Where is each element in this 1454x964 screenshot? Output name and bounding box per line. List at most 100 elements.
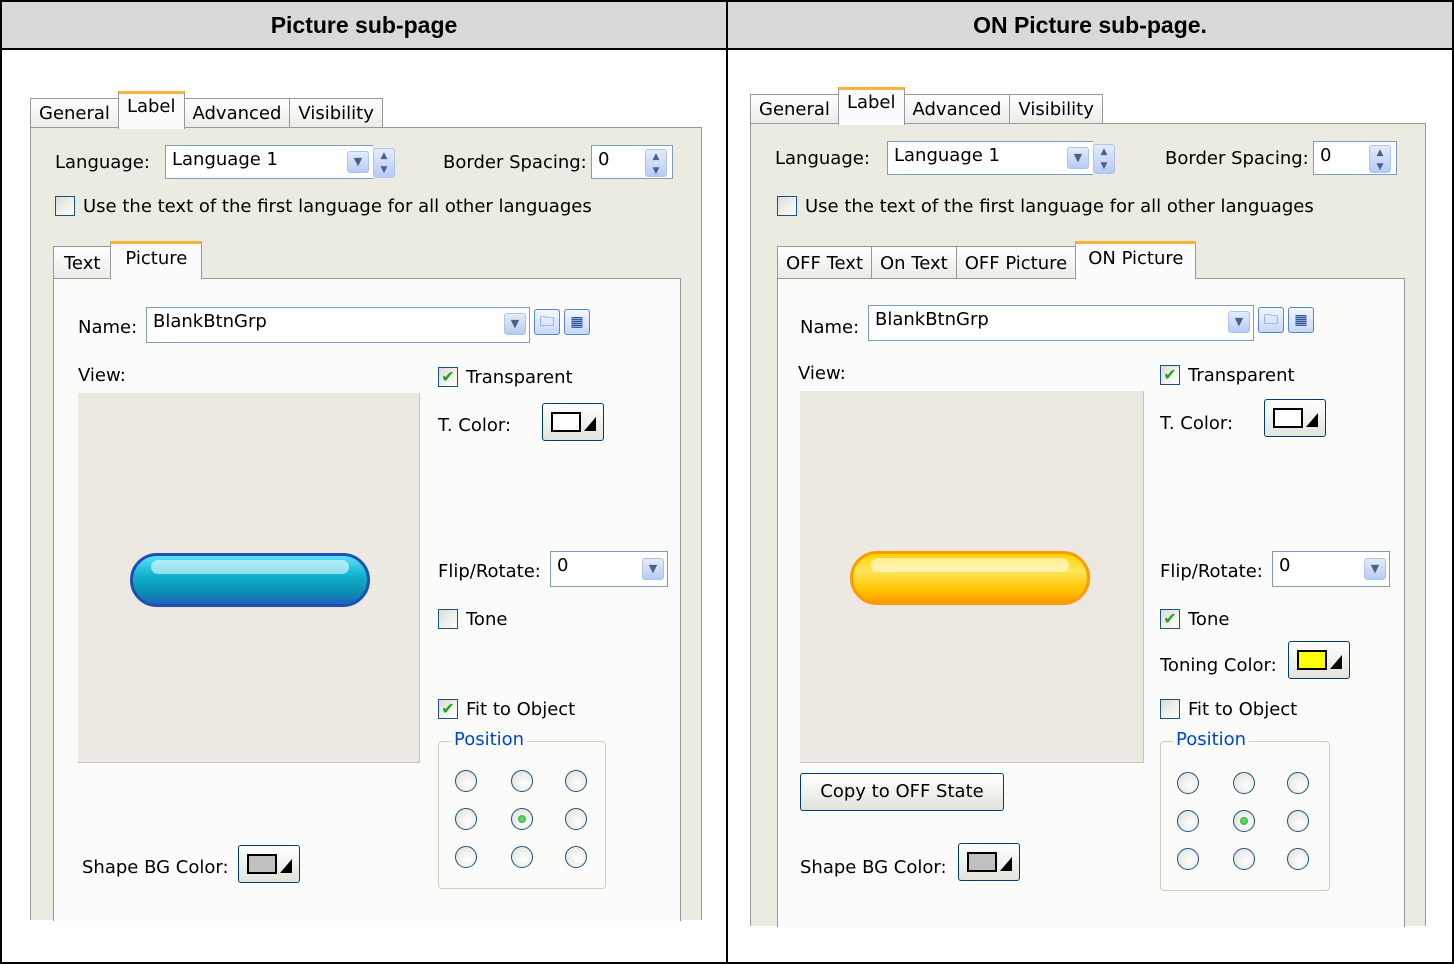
position-bottom-left-radio[interactable] xyxy=(1177,848,1199,870)
toning-color-button[interactable] xyxy=(1288,641,1350,679)
dropdown-triangle-icon xyxy=(280,859,292,873)
copy-to-off-state-button[interactable]: Copy to OFF State xyxy=(800,773,1004,811)
language-select[interactable]: Language 1 xyxy=(887,141,1093,175)
position-bottom-center-radio[interactable] xyxy=(511,846,533,868)
grid-icon[interactable]: ▦ xyxy=(1288,307,1314,333)
fit-to-object-checkbox[interactable] xyxy=(1160,699,1180,719)
language-label: Language: xyxy=(775,148,870,169)
shape-bg-swatch xyxy=(247,854,277,874)
open-folder-icon[interactable]: 🗀 xyxy=(1258,307,1284,333)
shape-bg-color-label: Shape BG Color: xyxy=(82,857,229,878)
position-bottom-center-radio[interactable] xyxy=(1233,848,1255,870)
tab-label[interactable]: Label xyxy=(837,87,905,125)
tone-label: Tone xyxy=(466,609,508,630)
open-folder-icon[interactable]: 🗀 xyxy=(534,309,560,335)
position-center-radio[interactable] xyxy=(511,808,533,830)
position-top-center-radio[interactable] xyxy=(1233,772,1255,794)
border-spacing-spin-icon[interactable]: ▲ ▼ xyxy=(1369,145,1391,173)
position-center-radio[interactable] xyxy=(1233,810,1255,832)
chevron-down-icon[interactable]: ▼ xyxy=(1067,147,1089,169)
flip-rotate-label: Flip/Rotate: xyxy=(1160,561,1263,582)
tab-visibility[interactable]: Visibility xyxy=(1009,94,1103,124)
language-value: Language 1 xyxy=(172,149,279,170)
position-middle-left-radio[interactable] xyxy=(1177,810,1199,832)
border-spacing-value: 0 xyxy=(598,149,610,170)
subtab-on-text[interactable]: On Text xyxy=(871,246,957,278)
position-middle-right-radio[interactable] xyxy=(565,808,587,830)
picture-preview xyxy=(78,393,420,763)
subtab-picture[interactable]: Picture xyxy=(110,241,203,279)
language-select[interactable]: Language 1 xyxy=(165,145,373,179)
tab-advanced[interactable]: Advanced xyxy=(183,98,291,128)
transparent-label: Transparent xyxy=(466,367,573,388)
toning-color-label: Toning Color: xyxy=(1160,655,1277,676)
t-color-swatch xyxy=(551,412,581,432)
transparent-checkbox[interactable]: ✔ xyxy=(438,367,458,387)
position-bottom-right-radio[interactable] xyxy=(565,846,587,868)
picture-name-select[interactable]: BlankBtnGrp xyxy=(868,305,1254,341)
language-spin-icon[interactable]: ▲ ▼ xyxy=(1093,144,1115,174)
position-bottom-left-radio[interactable] xyxy=(455,846,477,868)
position-top-center-radio[interactable] xyxy=(511,770,533,792)
use-first-language-checkbox[interactable] xyxy=(777,196,797,216)
flip-rotate-label: Flip/Rotate: xyxy=(438,561,541,582)
tone-checkbox[interactable]: ✔ xyxy=(1160,609,1180,629)
tab-general[interactable]: General xyxy=(30,98,119,128)
dropdown-triangle-icon xyxy=(1000,857,1012,871)
border-spacing-value: 0 xyxy=(1320,145,1332,166)
chevron-down-icon[interactable]: ▼ xyxy=(1364,558,1386,580)
position-top-right-radio[interactable] xyxy=(565,770,587,792)
position-top-right-radio[interactable] xyxy=(1287,772,1309,794)
border-spacing-spin-icon[interactable]: ▲ ▼ xyxy=(645,149,667,177)
picture-name-value: BlankBtnGrp xyxy=(875,309,989,330)
yellow-button-image xyxy=(850,551,1090,605)
tab-general[interactable]: General xyxy=(750,94,839,124)
tone-label: Tone xyxy=(1188,609,1230,630)
t-color-label: T. Color: xyxy=(438,415,512,436)
language-value: Language 1 xyxy=(894,145,1001,166)
position-middle-left-radio[interactable] xyxy=(455,808,477,830)
name-label: Name: xyxy=(78,317,138,338)
tab-label[interactable]: Label xyxy=(117,91,185,129)
position-bottom-right-radio[interactable] xyxy=(1287,848,1309,870)
picture-name-value: BlankBtnGrp xyxy=(153,311,267,332)
shape-bg-swatch xyxy=(967,852,997,872)
chevron-down-icon[interactable]: ▼ xyxy=(504,313,526,335)
tab-visibility[interactable]: Visibility xyxy=(289,98,383,128)
grid-icon[interactable]: ▦ xyxy=(564,309,590,335)
chevron-down-icon[interactable]: ▼ xyxy=(347,151,369,173)
tone-checkbox[interactable] xyxy=(438,609,458,629)
position-top-left-radio[interactable] xyxy=(455,770,477,792)
dropdown-triangle-icon xyxy=(1330,655,1342,669)
subtab-text[interactable]: Text xyxy=(53,246,112,278)
tab-advanced[interactable]: Advanced xyxy=(903,94,1011,124)
position-middle-right-radio[interactable] xyxy=(1287,810,1309,832)
chevron-down-icon[interactable]: ▼ xyxy=(1228,311,1250,333)
right-main-tabs: General Label Advanced Visibility xyxy=(750,86,1103,125)
subtab-off-picture[interactable]: OFF Picture xyxy=(955,246,1077,278)
chevron-down-icon[interactable]: ▼ xyxy=(642,558,664,580)
view-label: View: xyxy=(798,363,846,384)
shape-bg-color-button[interactable] xyxy=(958,843,1020,881)
t-color-button[interactable] xyxy=(1264,399,1326,437)
transparent-checkbox[interactable]: ✔ xyxy=(1160,365,1180,385)
picture-name-select[interactable]: BlankBtnGrp xyxy=(146,307,530,343)
comparison-table: Picture sub-page ON Picture sub-page. Ge… xyxy=(0,0,1454,964)
fit-to-object-label: Fit to Object xyxy=(1188,699,1298,720)
subtab-on-picture[interactable]: ON Picture xyxy=(1075,241,1197,279)
subtab-off-text[interactable]: OFF Text xyxy=(777,246,873,278)
transparent-label: Transparent xyxy=(1188,365,1295,386)
use-first-language-checkbox[interactable] xyxy=(55,196,75,216)
position-top-left-radio[interactable] xyxy=(1177,772,1199,794)
right-cell: General Label Advanced Visibility Langua… xyxy=(728,50,1452,962)
shape-bg-color-button[interactable] xyxy=(238,845,300,883)
border-spacing-label: Border Spacing: xyxy=(443,152,587,173)
shape-bg-color-label: Shape BG Color: xyxy=(800,857,947,878)
left-main-tabs: General Label Advanced Visibility xyxy=(30,90,383,129)
language-spin-icon[interactable]: ▲ ▼ xyxy=(373,148,395,178)
right-label-panel: Language: Language 1 ▼ ▲ ▼ Border Spacing… xyxy=(750,123,1426,927)
flip-rotate-value: 0 xyxy=(557,555,569,576)
t-color-button[interactable] xyxy=(542,403,604,441)
fit-to-object-checkbox[interactable]: ✔ xyxy=(438,699,458,719)
t-color-label: T. Color: xyxy=(1160,413,1234,434)
